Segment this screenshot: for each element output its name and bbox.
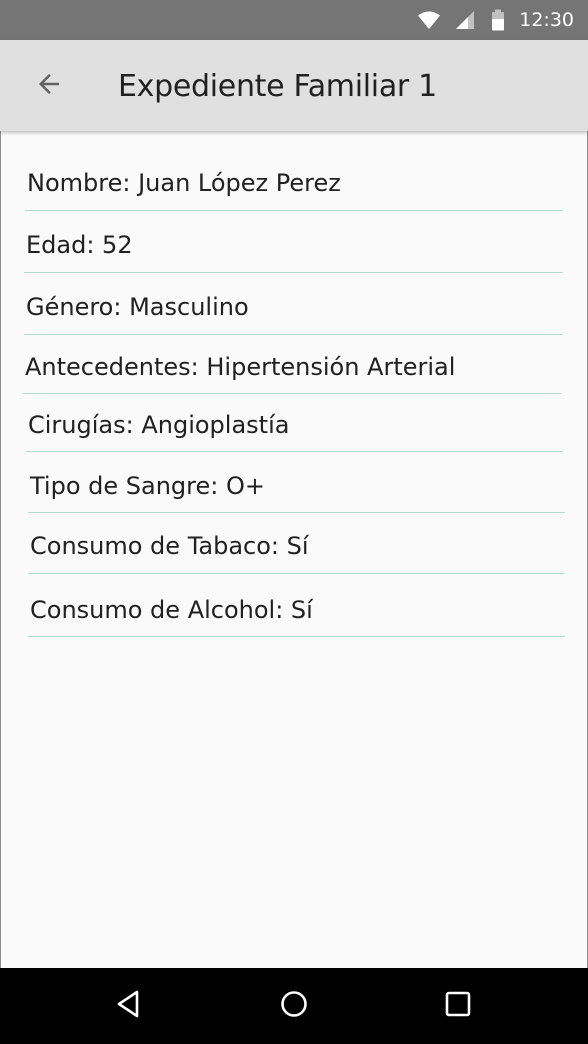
field-consumo-tabaco: Consumo de Tabaco: Sí: [28, 526, 565, 574]
battery-icon: [491, 9, 505, 31]
app-bar: Expediente Familiar 1: [0, 40, 588, 131]
page-title: Expediente Familiar 1: [118, 69, 437, 104]
record-content: Nombre: Juan López Perez Edad: 52 Género…: [0, 131, 588, 968]
nav-back-button[interactable]: [99, 976, 159, 1036]
nav-recents-button[interactable]: [428, 976, 488, 1036]
navigation-bar: [0, 968, 588, 1044]
field-cirugias: Cirugías: Angioplastía: [26, 404, 563, 452]
field-genero: Género: Masculino: [24, 287, 563, 335]
back-button[interactable]: [20, 57, 78, 115]
field-consumo-alcohol: Consumo de Alcohol: Sí: [28, 587, 565, 637]
back-triangle-icon: [114, 989, 144, 1024]
arrow-back-icon: [34, 69, 64, 104]
recents-square-icon: [443, 989, 473, 1024]
wifi-icon: [417, 10, 441, 30]
field-antecedentes: Antecedentes: Hipertensión Arterial: [23, 347, 561, 394]
nav-home-button[interactable]: [264, 976, 324, 1036]
home-circle-icon: [279, 989, 309, 1024]
field-edad: Edad: 52: [24, 225, 563, 273]
status-time: 12:30: [519, 9, 574, 31]
field-tipo-sangre: Tipo de Sangre: O+: [28, 465, 565, 513]
status-bar: 12:30: [0, 0, 588, 40]
status-icons: 12:30: [417, 0, 574, 40]
field-nombre: Nombre: Juan López Perez: [25, 161, 563, 211]
signal-icon: [455, 10, 475, 30]
